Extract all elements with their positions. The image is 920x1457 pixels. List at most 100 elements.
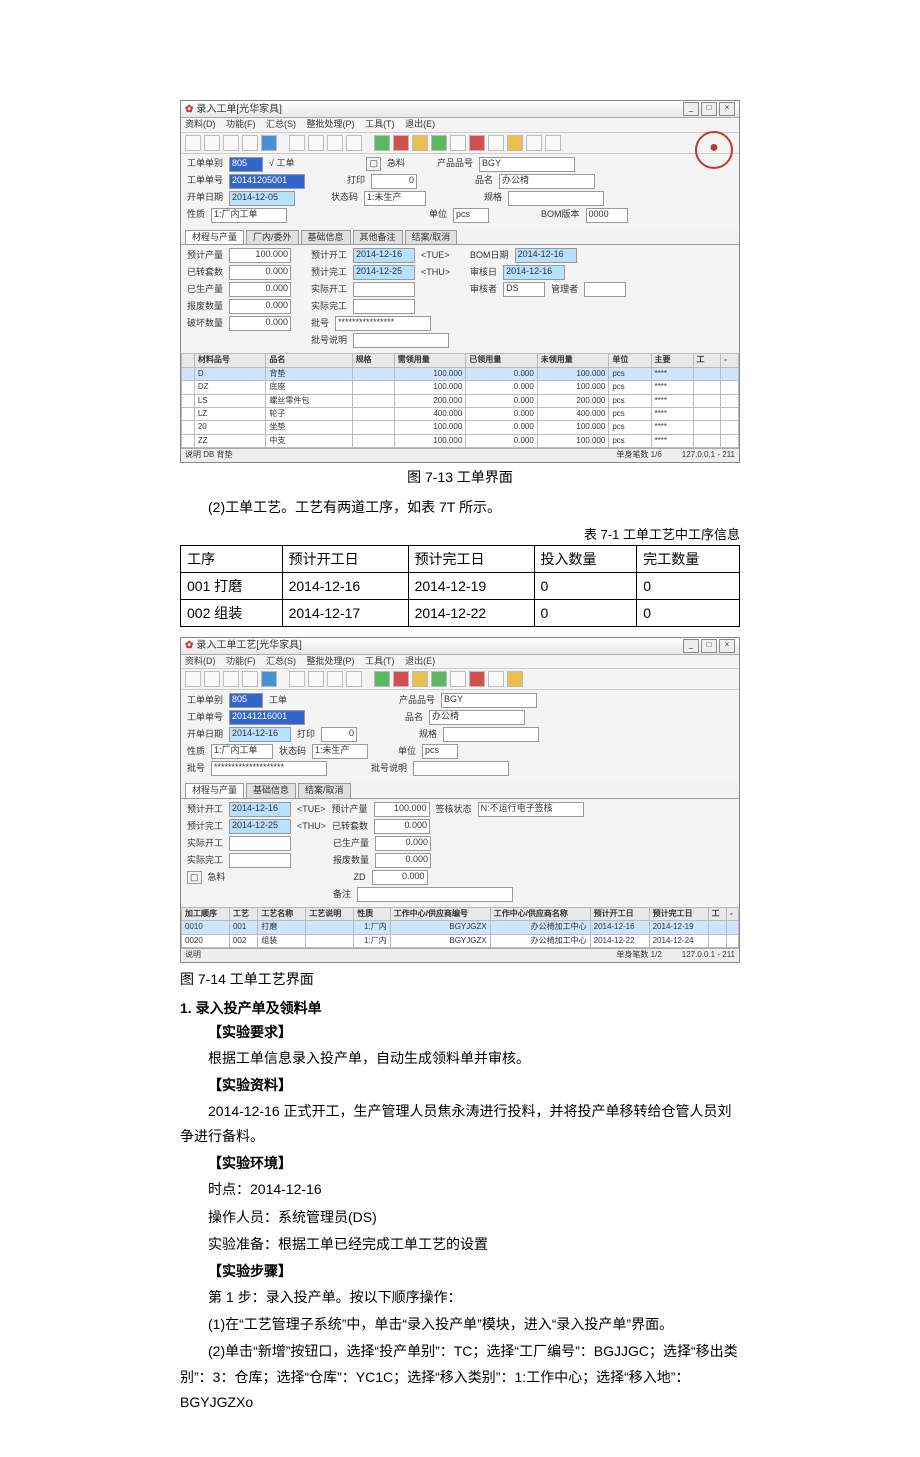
tb-approve-icon[interactable] bbox=[431, 135, 447, 151]
menu-batch[interactable]: 整批处理(P) bbox=[307, 119, 355, 129]
tb-search-icon[interactable] bbox=[204, 671, 220, 687]
tab-jcxx[interactable]: 基础信息 bbox=[246, 783, 296, 798]
menu-data[interactable]: 资料(D) bbox=[185, 656, 216, 666]
tb-check-icon[interactable] bbox=[374, 135, 390, 151]
v-qhzt[interactable]: N:不运行电子签核 bbox=[478, 802, 584, 817]
tb-filter-icon[interactable] bbox=[450, 135, 466, 151]
v-yjwg[interactable]: 2014-12-25 bbox=[353, 265, 415, 280]
input-xz[interactable]: 1:厂内工单 bbox=[211, 208, 287, 223]
menu-exit[interactable]: 退出(E) bbox=[405, 656, 435, 666]
tb-last-icon[interactable] bbox=[346, 135, 362, 151]
tb-book-icon[interactable] bbox=[242, 135, 258, 151]
menu-sum[interactable]: 汇总(S) bbox=[266, 656, 296, 666]
v-glz[interactable] bbox=[584, 282, 626, 297]
grid-row[interactable]: LS螺丝零件包200.0000.000200.000pcs**** bbox=[182, 394, 739, 407]
v-ztm[interactable]: 1:未生产 bbox=[312, 744, 368, 759]
input-gg[interactable] bbox=[508, 191, 604, 206]
tb-open-icon[interactable] bbox=[488, 671, 504, 687]
chk-jl[interactable]: ▢ bbox=[187, 871, 202, 885]
grid-row[interactable]: ZZ中支100.0000.000100.000pcs**** bbox=[182, 434, 739, 447]
close-button[interactable]: × bbox=[719, 639, 735, 653]
v-gdlb[interactable]: 805 bbox=[229, 693, 263, 708]
v-yjkg[interactable]: 2014-12-16 bbox=[229, 802, 291, 817]
maximize-button[interactable]: □ bbox=[701, 639, 717, 653]
v-yscl[interactable]: 0.000 bbox=[375, 836, 431, 851]
tb-print-icon[interactable] bbox=[261, 671, 277, 687]
v-pm[interactable]: 办公椅 bbox=[429, 710, 525, 725]
minimize-button[interactable]: _ bbox=[683, 102, 699, 116]
chk-jl[interactable]: ▢ bbox=[366, 157, 381, 171]
maximize-button[interactable]: □ bbox=[701, 102, 717, 116]
tb-cancel-icon[interactable] bbox=[393, 135, 409, 151]
tb-last-icon[interactable] bbox=[346, 671, 362, 687]
v-phsl[interactable]: 0.000 bbox=[229, 316, 291, 331]
input-kdrq[interactable]: 2014-12-05 bbox=[229, 191, 295, 206]
v-bz[interactable] bbox=[357, 887, 513, 902]
menu-exit[interactable]: 退出(E) bbox=[405, 119, 435, 129]
tb-first-icon[interactable] bbox=[289, 135, 305, 151]
v-phsm[interactable] bbox=[353, 333, 449, 348]
v-yjcl[interactable]: 100.000 bbox=[229, 248, 291, 263]
grid-row[interactable]: LZ轮子400.0000.000400.000pcs**** bbox=[182, 407, 739, 420]
tb-delete-icon[interactable] bbox=[223, 671, 239, 687]
tb-save-icon[interactable] bbox=[526, 135, 542, 151]
tb-prev-icon[interactable] bbox=[308, 671, 324, 687]
menu-sum[interactable]: 汇总(S) bbox=[266, 119, 296, 129]
v-xz[interactable]: 1:厂内工单 bbox=[211, 744, 273, 759]
v-bomrq[interactable]: 2014-12-16 bbox=[515, 248, 577, 263]
input-gdlb[interactable]: 805 bbox=[229, 157, 263, 172]
grid-row[interactable]: 0010001打磨1:厂内BGYJGZX办公椅加工中心2014-12-16201… bbox=[182, 921, 739, 934]
v-pbh[interactable]: BGY bbox=[441, 693, 537, 708]
v-shr[interactable]: 2014-12-16 bbox=[503, 265, 565, 280]
tb-folder-icon[interactable] bbox=[507, 671, 523, 687]
tb-lock-icon[interactable] bbox=[469, 135, 485, 151]
input-bom[interactable]: 0000 bbox=[586, 208, 628, 223]
tab-jaqx[interactable]: 结案/取消 bbox=[298, 783, 351, 798]
menu-batch[interactable]: 整批处理(P) bbox=[307, 656, 355, 666]
v-ph[interactable]: ******************** bbox=[211, 761, 327, 776]
tab-ccycl[interactable]: 材程与产量 bbox=[185, 783, 244, 798]
tb-next-icon[interactable] bbox=[327, 671, 343, 687]
tab-cnww[interactable]: 厂内/委外 bbox=[246, 230, 299, 245]
tb-book-icon[interactable] bbox=[242, 671, 258, 687]
v-phsm[interactable] bbox=[413, 761, 509, 776]
tb-open-icon[interactable] bbox=[488, 135, 504, 151]
tab-qtbz[interactable]: 其他备注 bbox=[353, 230, 403, 245]
tab-jcxx[interactable]: 基础信息 bbox=[301, 230, 351, 245]
grid-row[interactable]: DZ底座100.0000.000100.000pcs**** bbox=[182, 381, 739, 394]
v-dw[interactable]: pcs bbox=[422, 744, 458, 759]
menu-func[interactable]: 功能(F) bbox=[226, 656, 256, 666]
grid-row[interactable]: D背垫100.0000.000100.000pcs**** bbox=[182, 367, 739, 380]
grid-row[interactable]: 0020002组装1:厂内BGYJGZX办公椅加工中心2014-12-22201… bbox=[182, 934, 739, 947]
tb-filter-icon[interactable] bbox=[450, 671, 466, 687]
menu-tool[interactable]: 工具(T) bbox=[365, 119, 395, 129]
menu-func[interactable]: 功能(F) bbox=[226, 119, 256, 129]
v-dy[interactable]: 0 bbox=[321, 727, 357, 742]
tb-next-icon[interactable] bbox=[327, 135, 343, 151]
tb-lock-icon[interactable] bbox=[469, 671, 485, 687]
v-yjts[interactable]: 0.000 bbox=[229, 265, 291, 280]
tb-prev-icon[interactable] bbox=[308, 135, 324, 151]
material-grid[interactable]: 材料品号品名规格需领用量已领用量未领用量单位主要工-D背垫100.0000.00… bbox=[181, 353, 739, 448]
v-yjcl[interactable]: 100.000 bbox=[374, 802, 430, 817]
menu-data[interactable]: 资料(D) bbox=[185, 119, 216, 129]
input-gdh[interactable]: 20141205001 bbox=[229, 174, 305, 189]
menu-tool[interactable]: 工具(T) bbox=[365, 656, 395, 666]
tb-delete-icon[interactable] bbox=[223, 135, 239, 151]
tb-check-icon[interactable] bbox=[374, 671, 390, 687]
tb-more-icon[interactable] bbox=[545, 135, 561, 151]
v-ph[interactable]: **************** bbox=[335, 316, 431, 331]
v-sjwg[interactable] bbox=[229, 853, 291, 868]
v-shz[interactable]: DS bbox=[503, 282, 545, 297]
input-pbh[interactable]: BGY bbox=[479, 157, 575, 172]
v-kdrq[interactable]: 2014-12-16 bbox=[229, 727, 291, 742]
tb-cancel-icon[interactable] bbox=[393, 671, 409, 687]
close-button[interactable]: × bbox=[719, 102, 735, 116]
tb-refresh-icon[interactable] bbox=[412, 671, 428, 687]
v-sjwg[interactable] bbox=[353, 299, 415, 314]
input-dw[interactable]: pcs bbox=[453, 208, 489, 223]
process-grid[interactable]: 加工顺序工艺工艺名称工艺说明性质工作中心/供应商编号工作中心/供应商名称预计开工… bbox=[181, 907, 739, 948]
grid-row[interactable]: 20坐垫100.0000.000100.000pcs**** bbox=[182, 421, 739, 434]
tb-refresh-icon[interactable] bbox=[412, 135, 428, 151]
v-yjwg[interactable]: 2014-12-25 bbox=[229, 819, 291, 834]
